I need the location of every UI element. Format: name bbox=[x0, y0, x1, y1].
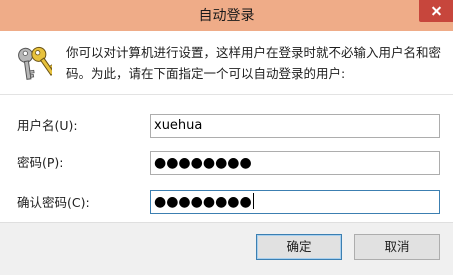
password-label: 密码(P): bbox=[17, 155, 64, 170]
description-line-2: 码。为此，请在下面指定一个可以自动登录的用户: bbox=[66, 66, 346, 81]
password-value: ●●●●●●●● bbox=[154, 155, 252, 171]
auto-login-dialog: 自动登录 你可以对计算机进行设置，这样用户在登录时就不必输入用户名和密 码。为此… bbox=[0, 0, 453, 275]
ok-button[interactable]: 确定 bbox=[256, 234, 342, 260]
cancel-button[interactable]: 取消 bbox=[354, 234, 440, 260]
confirm-password-label: 确认密码(C): bbox=[17, 195, 90, 210]
confirm-password-value: ●●●●●●●● bbox=[154, 194, 252, 210]
username-input[interactable]: xuehua bbox=[150, 114, 440, 138]
description-line-1: 你可以对计算机进行设置，这样用户在登录时就不必输入用户名和密 bbox=[66, 45, 442, 60]
dialog-title: 自动登录 bbox=[198, 8, 255, 24]
dialog-description: 你可以对计算机进行设置，这样用户在登录时就不必输入用户名和密 码。为此，请在下面… bbox=[66, 42, 446, 84]
title-bar[interactable]: 自动登录 bbox=[0, 0, 453, 31]
text-caret bbox=[252, 193, 254, 209]
separator bbox=[0, 94, 453, 95]
close-icon[interactable] bbox=[419, 0, 453, 22]
username-label: 用户名(U): bbox=[17, 118, 78, 133]
keys-icon bbox=[18, 46, 52, 80]
password-input[interactable]: ●●●●●●●● bbox=[150, 151, 440, 175]
confirm-password-input[interactable]: ●●●●●●●● bbox=[150, 190, 440, 214]
